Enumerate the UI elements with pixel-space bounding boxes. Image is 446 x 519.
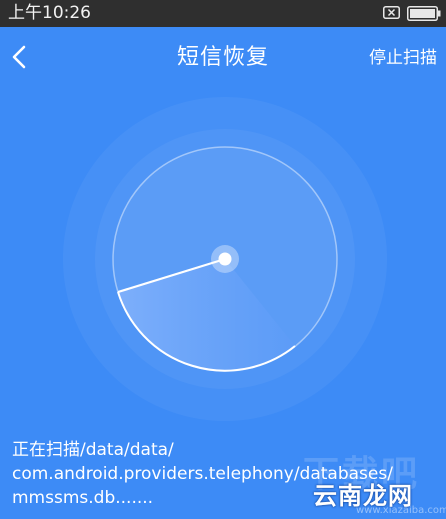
scan-status-line: com.android.providers.telephony/database… xyxy=(12,464,393,484)
scan-status-text: 正在扫描/data/data/ com.android.providers.te… xyxy=(12,438,442,510)
scan-status-line: mmssms.db....... xyxy=(12,488,154,508)
radar-center-dot xyxy=(218,252,232,266)
scan-status-line: 正在扫描/data/data/ xyxy=(12,440,174,460)
